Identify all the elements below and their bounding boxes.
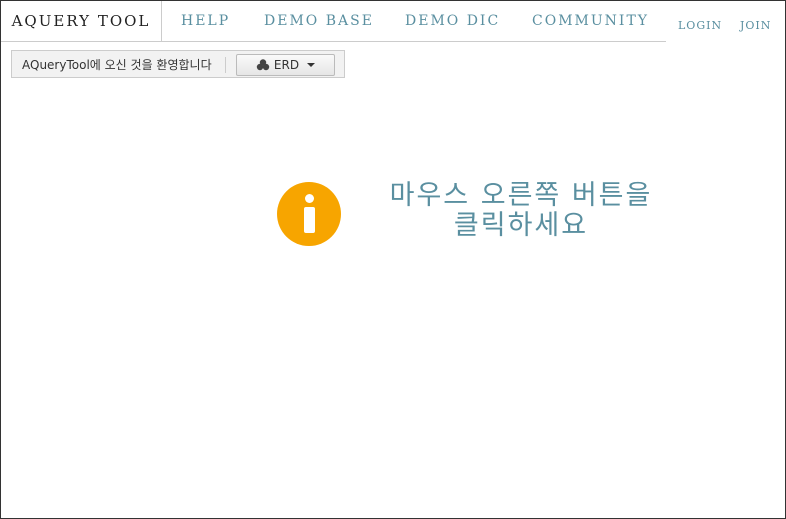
toolbar-divider <box>225 57 226 73</box>
welcome-text: AQueryTool에 오신 것을 환영합니다 <box>22 58 212 72</box>
instruction-line-1: 마우스 오른쪽 버튼을 <box>389 180 653 211</box>
erd-diagram-icon <box>256 59 270 71</box>
caret-down-icon <box>307 63 316 67</box>
toolbar: AQueryTool에 오신 것을 환영합니다 ERD <box>11 50 345 78</box>
nav-community[interactable]: COMMUNITY <box>532 1 649 41</box>
app-frame: AQUERY TOOL HELP DEMO BASE DEMO DIC COMM… <box>0 0 786 519</box>
instruction-message: 마우스 오른쪽 버튼을 클릭하세요 <box>351 181 691 241</box>
nav-help[interactable]: HELP <box>181 1 230 41</box>
instruction-line-2: 클릭하세요 <box>453 210 589 241</box>
top-navigation: AQUERY TOOL HELP DEMO BASE DEMO DIC COMM… <box>1 1 666 42</box>
login-link[interactable]: LOGIN <box>678 19 722 32</box>
info-icon <box>277 182 341 246</box>
brand-tab[interactable]: AQUERY TOOL <box>1 1 162 41</box>
info-icon-dot <box>305 194 314 203</box>
erd-label: ERD <box>273 58 300 72</box>
join-link[interactable]: JOIN <box>740 19 771 32</box>
erd-dropdown-button[interactable]: ERD <box>236 54 335 76</box>
nav-demo-dic[interactable]: DEMO DIC <box>405 1 500 41</box>
info-icon-bar <box>304 207 315 233</box>
nav-demo-base[interactable]: DEMO BASE <box>264 1 374 41</box>
